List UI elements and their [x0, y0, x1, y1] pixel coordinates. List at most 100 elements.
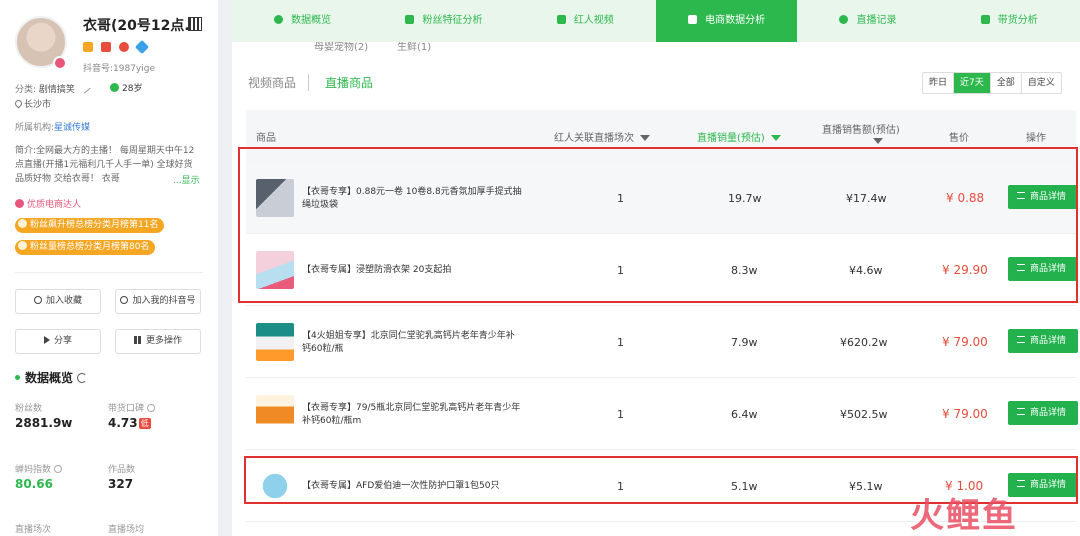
shopping-bag-icon	[688, 15, 698, 24]
more-actions-button[interactable]: 更多操作	[115, 329, 201, 354]
add-account-button[interactable]: 加入我的抖音号	[115, 289, 201, 314]
crown-icon	[18, 241, 27, 250]
live-revenue-cell: ¥620.2w	[840, 336, 888, 349]
edit-icon[interactable]	[79, 82, 91, 94]
collect-button-label: 加入收藏	[45, 296, 82, 306]
tab-live-products[interactable]: 直播商品	[308, 74, 385, 91]
table-row[interactable]: 【衣哥专享】0.88元一卷 10卷8.8元香氛加厚手提式抽绳垃圾袋 1 19.7…	[246, 162, 1078, 234]
tab-label: 数据概览	[291, 15, 332, 26]
date-range-selector: 昨日 近7天 全部 自定义	[922, 72, 1062, 94]
product-name[interactable]: 【4火姐姐专享】北京同仁堂驼乳高钙片老年青少年补钙60粒/瓶	[302, 330, 522, 356]
section-dot-icon	[15, 375, 20, 380]
header-live-count[interactable]: 红人关联直播场次	[554, 129, 650, 144]
award-badge-icon	[119, 42, 129, 52]
product-detail-button[interactable]: 商品详情	[1008, 329, 1078, 353]
live-count-cell: 1	[617, 264, 624, 277]
rank-tag-2: 粉丝量榜总榜分类月榜第80名	[15, 240, 156, 255]
agency-link[interactable]: 星诚传媒	[54, 123, 90, 133]
live-sales-cell: 8.3w	[731, 264, 758, 277]
table-row[interactable]: 【衣哥专享】79/5瓶北京同仁堂驼乳高钙片老年青少年补钙60粒/瓶m 1 6.4…	[246, 378, 1078, 450]
range-custom[interactable]: 自定义	[1022, 73, 1061, 93]
douyin-id: 抖音号:1987yige	[83, 64, 156, 74]
sort-desc-icon	[640, 135, 650, 141]
tab-label: 电商数据分析	[705, 15, 766, 26]
range-yesterday[interactable]: 昨日	[923, 73, 955, 93]
age-info: 28岁	[110, 81, 142, 94]
live-sales-cell: 7.9w	[731, 336, 758, 349]
header-live-sales[interactable]: 直播销量(预估)	[697, 129, 781, 144]
share-button-label: 分享	[53, 336, 72, 346]
works-label: 作品数	[108, 465, 136, 475]
share-button[interactable]: 分享	[15, 329, 101, 354]
qr-code-icon[interactable]	[188, 17, 202, 31]
header-live-revenue[interactable]: 直播销售额(预估)	[822, 121, 900, 147]
info-icon[interactable]	[147, 404, 156, 412]
works-value: 327	[108, 477, 134, 491]
range-7days[interactable]: 近7天	[954, 73, 991, 93]
range-all[interactable]: 全部	[991, 73, 1022, 93]
live-count-cell: 1	[617, 192, 624, 205]
tab-live-records[interactable]: 直播记录	[797, 0, 938, 42]
tab-bar: 数据概览 粉丝特征分析 红人视频 电商数据分析 直播记录 带货分析	[232, 0, 1080, 42]
product-detail-label: 商品详情	[1030, 480, 1067, 490]
quality-tag: 优质电商达人	[15, 197, 81, 210]
plus-circle-icon	[120, 296, 129, 304]
product-type-tabs: 视频商品 直播商品	[248, 74, 385, 91]
product-detail-button[interactable]: 商品详情	[1008, 401, 1078, 425]
header-live-sales-label: 直播销量(预估)	[697, 133, 765, 144]
tab-videos[interactable]: 红人视频	[515, 0, 656, 42]
live-sales-cell: 19.7w	[728, 192, 762, 205]
main-content: 母婴宠物(2) 生鲜(1) 数据概览 粉丝特征分析 红人视频 电商数据分析 直播…	[232, 0, 1080, 536]
product-detail-button[interactable]: 商品详情	[1008, 473, 1078, 497]
table-row[interactable]: 【4火姐姐专享】北京同仁堂驼乳高钙片老年青少年补钙60粒/瓶 1 7.9w ¥6…	[246, 306, 1078, 378]
refresh-icon[interactable]	[77, 373, 88, 383]
price-cell: ¥ 79.00	[942, 407, 988, 421]
product-detail-label: 商品详情	[1030, 408, 1067, 418]
product-name[interactable]: 【衣哥专属】浸塑防滑衣架 20支起拍	[302, 264, 522, 277]
header-price: 售价	[949, 133, 969, 144]
product-thumbnail[interactable]	[256, 467, 294, 505]
fans-value: 2881.9w	[15, 416, 73, 430]
product-name[interactable]: 【衣哥专享】79/5瓶北京同仁堂驼乳高钙片老年青少年补钙60粒/瓶m	[302, 402, 522, 428]
category-value: 剧情搞笑	[38, 85, 75, 95]
tab-video-products[interactable]: 视频商品	[248, 74, 308, 91]
product-thumbnail[interactable]	[256, 251, 294, 289]
age-icon	[110, 83, 119, 92]
product-name[interactable]: 【衣哥专享】0.88元一卷 10卷8.8元香氛加厚手提式抽绳垃圾袋	[302, 186, 522, 212]
product-detail-label: 商品详情	[1030, 264, 1067, 274]
grid-icon	[133, 336, 142, 344]
table-row[interactable]: 【衣哥专属】浸塑防滑衣架 20支起拍 1 8.3w ¥4.6w ¥ 29.90 …	[246, 234, 1078, 306]
location-pin-icon	[13, 98, 24, 109]
tab-ecommerce[interactable]: 电商数据分析	[655, 0, 798, 42]
city-value: 长沙市	[24, 100, 52, 110]
product-thumbnail[interactable]	[256, 323, 294, 361]
live-sales-cell: 6.4w	[731, 408, 758, 421]
tab-sales-analysis[interactable]: 带货分析	[939, 0, 1080, 42]
product-detail-button[interactable]: 商品详情	[1008, 257, 1078, 281]
add-account-button-label: 加入我的抖音号	[132, 296, 196, 306]
product-detail-label: 商品详情	[1030, 336, 1067, 346]
product-name[interactable]: 【衣哥专属】AFD爱伯迪一次性防护口罩1包50只	[302, 480, 522, 493]
tab-overview[interactable]: 数据概览	[232, 0, 373, 42]
price-cell: ¥ 79.00	[942, 335, 988, 349]
quality-tag-label: 优质电商达人	[27, 200, 82, 210]
table-header: 商品 红人关联直播场次 直播销量(预估) 直播销售额(预估) 售价 操作	[246, 110, 1076, 162]
watermark-logo: 火鲤鱼	[910, 496, 1018, 536]
tab-fans-analysis[interactable]: 粉丝特征分析	[373, 0, 514, 42]
info-icon[interactable]	[54, 465, 63, 473]
agency-info: 所属机构:星诚传媒	[15, 120, 90, 133]
list-icon	[1017, 336, 1025, 343]
share-icon	[43, 336, 50, 344]
city-info: 长沙市	[13, 97, 52, 110]
product-detail-button[interactable]: 商品详情	[1008, 185, 1078, 209]
product-thumbnail[interactable]	[256, 179, 294, 217]
video-icon	[556, 15, 566, 24]
collect-button[interactable]: 加入收藏	[15, 289, 101, 314]
live-sales-cell: 5.1w	[731, 480, 758, 493]
product-thumbnail[interactable]	[256, 395, 294, 433]
header-live-count-label: 红人关联直播场次	[554, 133, 634, 144]
tab-label: 粉丝特征分析	[422, 15, 483, 26]
intro-more-link[interactable]: ...显示	[173, 173, 200, 186]
list-icon	[1017, 408, 1025, 415]
index-label: 蝉妈指数	[15, 462, 63, 475]
